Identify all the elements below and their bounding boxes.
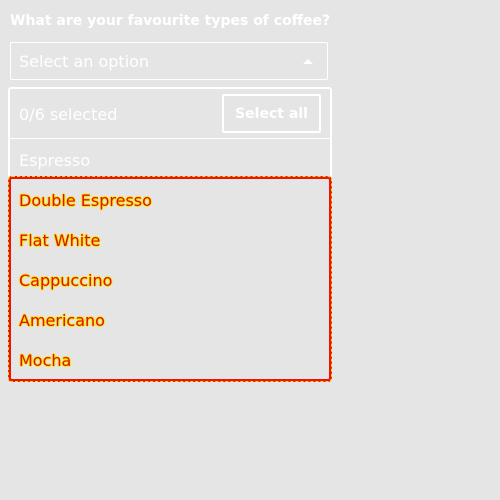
option-espresso[interactable]: Espresso — [19, 151, 90, 170]
coffee-select[interactable]: Select an option — [10, 42, 328, 80]
option-flat-white[interactable]: Flat White — [19, 231, 100, 250]
option-cappuccino[interactable]: Cappuccino — [19, 271, 112, 290]
dropdown-menu: 0/6 selected Select all Espresso — [8, 87, 332, 179]
dropdown-header: 0/6 selected Select all — [10, 89, 330, 139]
option-mocha[interactable]: Mocha — [19, 351, 71, 370]
caret-up-icon[interactable] — [303, 59, 313, 64]
selected-count: 0/6 selected — [19, 105, 118, 124]
select-placeholder: Select an option — [19, 52, 150, 71]
question-label: What are your favourite types of coffee? — [10, 13, 331, 29]
select-all-button[interactable]: Select all — [222, 94, 321, 133]
option-americano[interactable]: Americano — [19, 311, 105, 330]
option-double-espresso[interactable]: Double Espresso — [19, 191, 152, 210]
highlighted-options-box: Double Espresso Flat White Cappuccino Am… — [8, 176, 332, 382]
